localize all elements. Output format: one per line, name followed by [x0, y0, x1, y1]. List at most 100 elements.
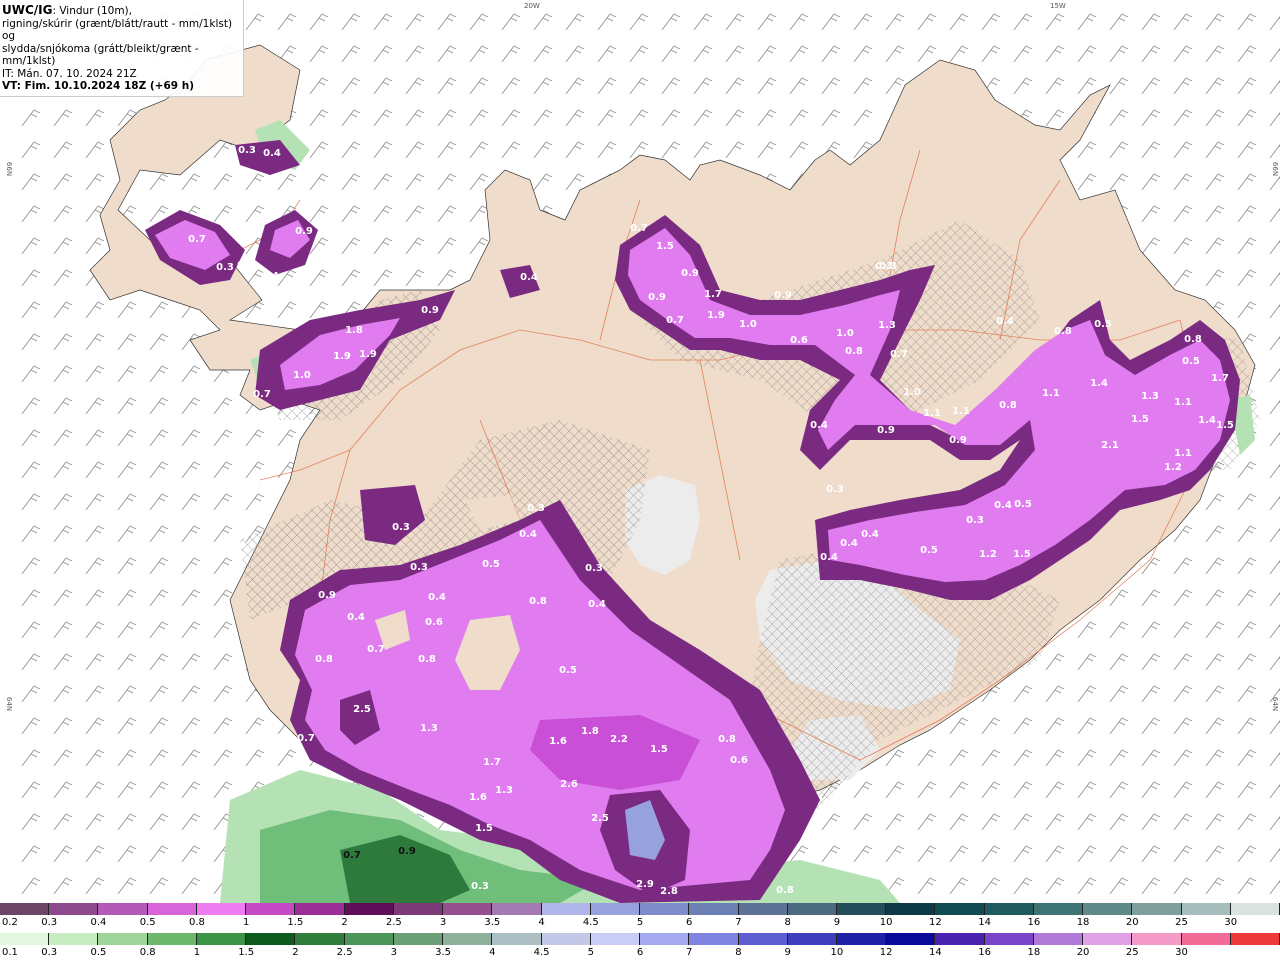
title-line-1: UWC/IG: Vindur (10m),	[2, 4, 240, 18]
wind-barb	[21, 653, 41, 671]
wind-barb	[597, 109, 617, 127]
wind-barb	[117, 333, 137, 351]
legend-label: 25	[1125, 947, 1139, 958]
wind-barb	[821, 845, 841, 863]
wind-barb	[85, 461, 105, 479]
precip-value-label: 0.4	[996, 316, 1014, 327]
wind-barb	[1173, 653, 1193, 671]
wind-barb	[1077, 685, 1097, 703]
wind-barb	[181, 493, 201, 511]
precip-value-label: 1.4	[1090, 378, 1108, 389]
precip-value-label: 2.8	[660, 886, 678, 897]
wind-barb	[373, 45, 393, 63]
wind-barb	[1237, 717, 1257, 735]
wind-barb	[1269, 272, 1280, 287]
wind-barb	[53, 525, 73, 543]
precip-value-label: 0.6	[730, 755, 748, 766]
wind-barb	[53, 877, 73, 895]
precip-value-label: 0.6	[790, 335, 808, 346]
precip-value-label: 1.8	[345, 325, 363, 336]
wind-barb	[1237, 13, 1257, 31]
wind-barb	[85, 589, 105, 607]
wind-barb	[469, 205, 489, 223]
wind-barb	[693, 45, 713, 63]
wind-barb	[533, 45, 553, 63]
wind-barb	[437, 237, 457, 255]
wind-barb	[1269, 496, 1280, 511]
wind-barb	[21, 621, 41, 639]
precip-value-label: 1.3	[1141, 391, 1159, 402]
wind-barb	[85, 845, 105, 863]
precip-value-label: 0.9	[648, 292, 666, 303]
wind-barb	[245, 13, 265, 31]
wind-barb	[789, 13, 809, 31]
wind-barb	[533, 173, 553, 191]
wind-barb	[245, 461, 265, 479]
wind-barb	[1141, 717, 1161, 735]
wind-barb	[629, 45, 649, 63]
wind-barb	[1077, 813, 1097, 831]
wind-barb	[629, 109, 649, 127]
title-line1-rest: : Vindur (10m),	[52, 5, 132, 17]
wind-barb	[53, 781, 73, 799]
legend-label: 1	[242, 917, 250, 928]
grid-label-66n-right: 66N	[1271, 161, 1280, 177]
legend-label: 12	[879, 947, 893, 958]
wind-barb	[1141, 781, 1161, 799]
wind-barb	[1077, 717, 1097, 735]
wind-barb	[949, 877, 969, 895]
wind-barb	[565, 173, 585, 191]
wind-barb	[1237, 525, 1257, 543]
wind-barb	[1237, 173, 1257, 191]
wind-barb	[1237, 557, 1257, 575]
grid-label-64n-left: 64N	[5, 696, 14, 712]
wind-barb	[949, 749, 969, 767]
title-line-2: rigning/skúrir (grænt/blátt/rautt - mm/1…	[2, 17, 233, 43]
legend-swatch	[984, 903, 1034, 915]
wind-barb	[565, 77, 585, 95]
precip-value-label: 2.5	[353, 704, 371, 715]
wind-barb	[85, 813, 105, 831]
wind-barb	[1237, 589, 1257, 607]
legend-label: 16	[1027, 917, 1041, 928]
wind-barb	[725, 13, 745, 31]
wind-barb	[1141, 845, 1161, 863]
wind-barb	[1077, 781, 1097, 799]
wind-barb	[53, 173, 73, 191]
wind-barb	[309, 45, 329, 63]
wind-barb	[1205, 109, 1225, 127]
wind-barb	[181, 365, 201, 383]
wind-barb	[1205, 749, 1225, 767]
wind-barb	[1077, 749, 1097, 767]
precip-value-label: 0.3	[238, 145, 256, 156]
precip-value-label: 0.9	[421, 305, 439, 316]
legend-label: 6	[686, 917, 693, 928]
wind-barb	[373, 77, 393, 95]
wind-barb	[533, 13, 553, 31]
wind-barb	[53, 365, 73, 383]
wind-barb	[181, 717, 201, 735]
wind-barb	[1237, 45, 1257, 63]
wind-barb	[341, 45, 361, 63]
wind-barb	[1237, 877, 1257, 895]
wind-barb	[1269, 880, 1280, 895]
precip-value-label: 0.9	[318, 590, 336, 601]
precip-value-label: 0.3	[471, 881, 489, 892]
wind-barb	[1013, 781, 1033, 799]
precip-value-label: 0.8	[776, 885, 794, 896]
legend-label: 16	[978, 947, 991, 958]
wind-barb	[1237, 621, 1257, 639]
legend-label: 0.1	[2, 947, 18, 958]
wind-barb	[597, 45, 617, 63]
wind-barb	[917, 781, 937, 799]
wind-barb	[21, 557, 41, 575]
precip-value-label: 0.4	[237, 260, 255, 271]
wind-barb	[181, 877, 201, 895]
legend-label: 4.5	[533, 947, 550, 958]
legend-label: 5	[636, 917, 644, 928]
wind-barb	[1077, 877, 1097, 895]
wind-barb	[21, 429, 41, 447]
precip-value-label: 0.5	[559, 665, 577, 676]
wind-barb	[1173, 269, 1193, 287]
wind-barb	[405, 45, 425, 63]
